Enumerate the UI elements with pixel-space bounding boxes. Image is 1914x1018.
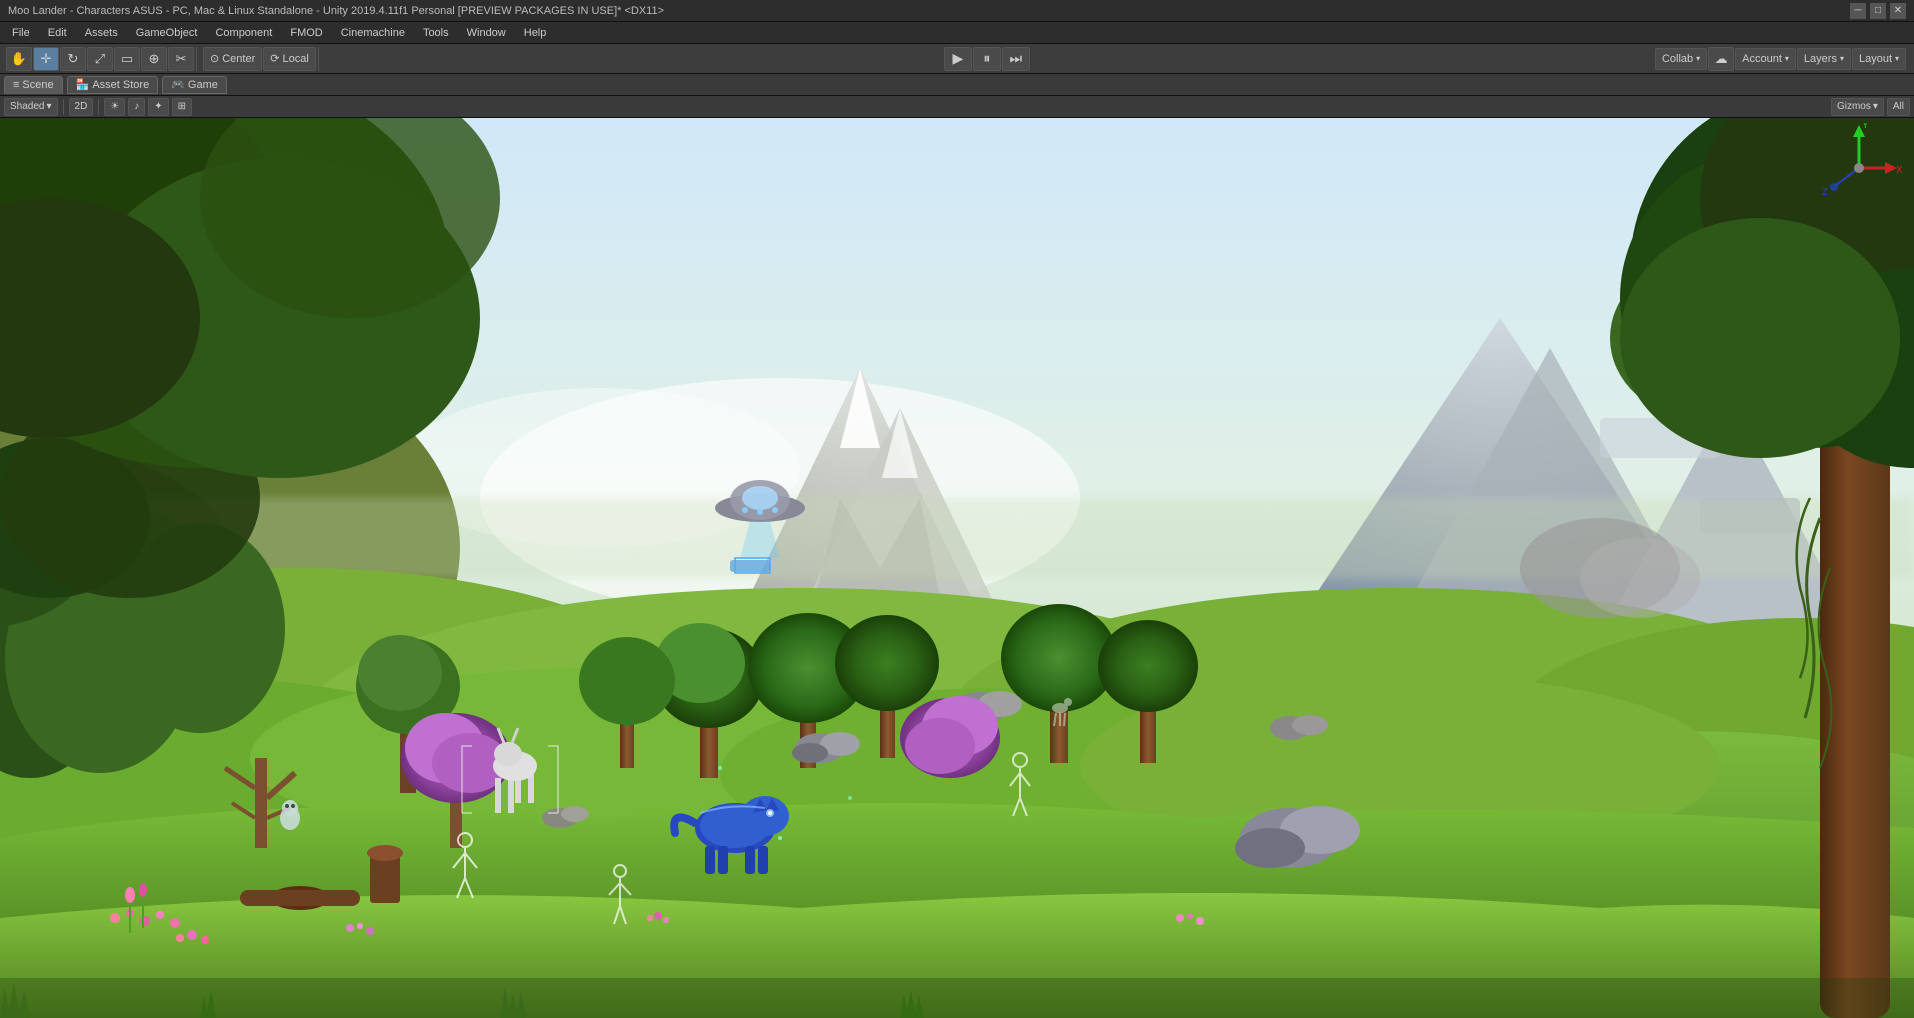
- close-button[interactable]: ✕: [1890, 3, 1906, 19]
- scene-options-bar: Shaded ▾ 2D ☀ ♪ ✦ ⊞ Gizmos ▾ All: [0, 96, 1914, 118]
- transform-tool-button[interactable]: ⊕: [141, 47, 167, 71]
- menu-bar: File Edit Assets GameObject Component FM…: [0, 22, 1914, 44]
- effects2-icon: ⊞: [178, 101, 186, 112]
- layout-button[interactable]: Layout ▾: [1852, 48, 1906, 70]
- move-tool-button[interactable]: ✛: [33, 47, 59, 71]
- options-divider-2: [98, 99, 99, 115]
- 2d-label: 2D: [75, 101, 88, 112]
- menu-edit[interactable]: Edit: [40, 25, 75, 41]
- account-tools-group: Collab ▾ ☁ Account ▾ Layers ▾ Layout ▾: [1653, 47, 1908, 71]
- shading-label: Shaded: [10, 101, 44, 112]
- menu-tools[interactable]: Tools: [415, 25, 457, 41]
- collab-dropdown-icon: ▾: [1696, 54, 1700, 63]
- main-toolbar: ✋ ✛ ↻ ⤢ ▭ ⊕ ✂ ⊙ Center ⟳ Local ▶ ⏸ ⏭ Col…: [0, 44, 1914, 74]
- window-controls: ─ □ ✕: [1850, 3, 1906, 19]
- lighting-icon: ☀: [110, 101, 119, 112]
- asset-store-tab[interactable]: 🏪 Asset Store: [67, 76, 159, 94]
- minimize-button[interactable]: ─: [1850, 3, 1866, 19]
- effects-icon: ✦: [154, 101, 162, 112]
- all-label: All: [1893, 101, 1904, 112]
- game-tab[interactable]: 🎮 Game: [162, 76, 227, 94]
- asset-store-tab-icon: 🏪: [76, 78, 90, 91]
- step-button[interactable]: ⏭: [1002, 47, 1030, 71]
- cloud-button[interactable]: ☁: [1708, 47, 1734, 71]
- pivot-group: ⊙ Center ⟳ Local: [201, 47, 319, 71]
- game-tab-icon: 🎮: [171, 78, 185, 91]
- scene-tab[interactable]: ≡ Scene: [4, 76, 63, 94]
- scene-tab-icon: ≡: [13, 79, 19, 91]
- menu-gameobject[interactable]: GameObject: [128, 25, 206, 41]
- audio-toggle-button[interactable]: ♪: [128, 98, 145, 116]
- layout-label: Layout: [1859, 53, 1892, 65]
- options-divider-1: [63, 99, 64, 115]
- menu-help[interactable]: Help: [516, 25, 555, 41]
- transform-tools-group: ✋ ✛ ↻ ⤢ ▭ ⊕ ✂: [4, 47, 197, 71]
- collab-button[interactable]: Collab ▾: [1655, 48, 1707, 70]
- play-controls-group: ▶ ⏸ ⏭: [944, 47, 1030, 71]
- rotate-tool-button[interactable]: ↻: [60, 47, 86, 71]
- game-tab-label: Game: [188, 79, 218, 91]
- pivot-icon: ⊙: [210, 52, 219, 65]
- scene-background: [0, 118, 1914, 1018]
- scale-tool-button[interactable]: ⤢: [87, 47, 113, 71]
- menu-cinemachine[interactable]: Cinemachine: [333, 25, 413, 41]
- menu-component[interactable]: Component: [207, 25, 280, 41]
- lighting-toggle-button[interactable]: ☀: [104, 98, 125, 116]
- space-icon: ⟳: [270, 52, 279, 65]
- window-title: Moo Lander - Characters ASUS - PC, Mac &…: [8, 5, 1850, 17]
- all-button[interactable]: All: [1887, 98, 1910, 116]
- gizmos-button[interactable]: Gizmos ▾: [1831, 98, 1884, 116]
- menu-fmod[interactable]: FMOD: [282, 25, 330, 41]
- menu-assets[interactable]: Assets: [77, 25, 126, 41]
- pause-button[interactable]: ⏸: [973, 47, 1001, 71]
- gizmos-dropdown-icon: ▾: [1873, 101, 1878, 112]
- custom-tool-button[interactable]: ✂: [168, 47, 194, 71]
- shading-dropdown-icon: ▾: [46, 101, 51, 112]
- 2d-mode-button[interactable]: 2D: [69, 98, 94, 116]
- pivot-button[interactable]: ⊙ Center: [203, 47, 262, 71]
- account-label: Account: [1742, 53, 1782, 65]
- menu-file[interactable]: File: [4, 25, 38, 41]
- effects2-toggle-button[interactable]: ⊞: [172, 98, 192, 116]
- layers-dropdown-icon: ▾: [1840, 54, 1844, 63]
- space-button[interactable]: ⟳ Local: [263, 47, 316, 71]
- title-bar: Moo Lander - Characters ASUS - PC, Mac &…: [0, 0, 1914, 22]
- maximize-button[interactable]: □: [1870, 3, 1886, 19]
- layers-button[interactable]: Layers ▾: [1797, 48, 1851, 70]
- play-button[interactable]: ▶: [944, 47, 972, 71]
- rect-tool-button[interactable]: ▭: [114, 47, 140, 71]
- layers-label: Layers: [1804, 53, 1837, 65]
- scene-tab-bar: ≡ Scene 🏪 Asset Store 🎮 Game: [0, 74, 1914, 96]
- shading-mode-button[interactable]: Shaded ▾: [4, 98, 58, 116]
- collab-label: Collab: [1662, 53, 1693, 65]
- hand-tool-button[interactable]: ✋: [6, 47, 32, 71]
- account-button[interactable]: Account ▾: [1735, 48, 1796, 70]
- gizmos-label: Gizmos: [1837, 101, 1871, 112]
- menu-window[interactable]: Window: [459, 25, 514, 41]
- effects-toggle-button[interactable]: ✦: [148, 98, 168, 116]
- scene-tab-label: Scene: [22, 79, 53, 91]
- space-label: Local: [282, 53, 308, 65]
- layout-dropdown-icon: ▾: [1895, 54, 1899, 63]
- cloud-icon: ☁: [1715, 51, 1728, 67]
- pivot-label: Center: [222, 53, 255, 65]
- asset-store-tab-label: Asset Store: [92, 79, 149, 91]
- audio-icon: ♪: [134, 101, 139, 112]
- account-dropdown-icon: ▾: [1785, 54, 1789, 63]
- scene-viewport[interactable]: Y X Z: [0, 118, 1914, 1018]
